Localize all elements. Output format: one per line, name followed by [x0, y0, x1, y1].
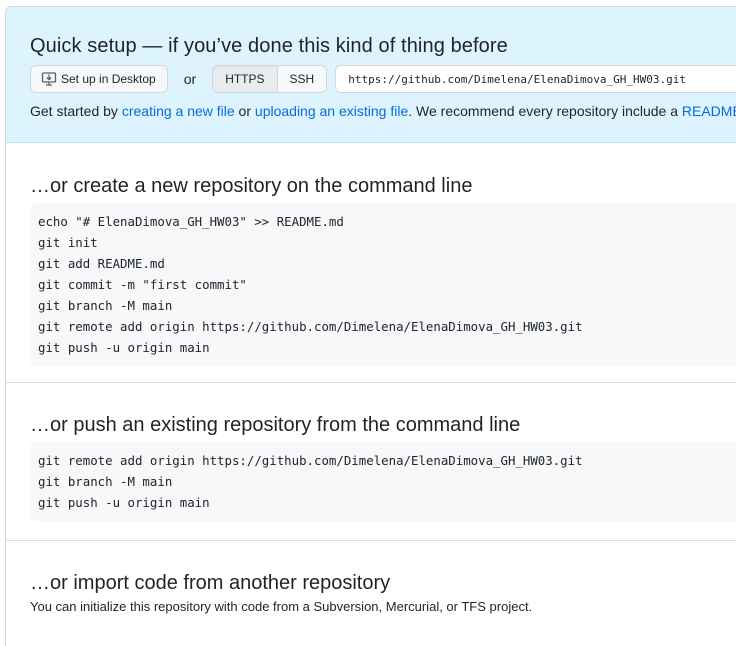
import-title: …or import code from another repository — [30, 572, 391, 594]
cmdline-section: …or create a new repository on the comma… — [6, 143, 736, 383]
help-or: or — [234, 103, 255, 119]
create-new-file-link[interactable]: creating a new file — [122, 103, 235, 119]
clone-url-input[interactable] — [335, 65, 736, 93]
code-line: echo "# ElenaDimova_GH_HW03" >> README.m… — [38, 214, 344, 229]
code-line: git branch -M main — [38, 298, 173, 313]
quick-setup-box: Quick setup — if you’ve done this kind o… — [6, 7, 736, 143]
help-prefix: Get started by — [30, 103, 122, 119]
readme-link[interactable]: README, — [682, 103, 736, 119]
import-note: You can initialize this repository with … — [30, 599, 533, 614]
desktop-download-icon — [41, 72, 57, 86]
upload-existing-file-link[interactable]: uploading an existing file — [255, 103, 408, 119]
code-line: git commit -m "first commit" — [38, 277, 247, 292]
code-line: git add README.md — [38, 256, 165, 271]
repo-setup-panel: Quick setup — if you’ve done this kind o… — [5, 6, 736, 646]
code-line: git push -u origin main — [38, 495, 210, 510]
push-code-block[interactable]: git remote add origin https://github.com… — [30, 442, 736, 521]
code-line: git remote add origin https://github.com… — [38, 453, 583, 468]
code-line: git remote add origin https://github.com… — [38, 319, 583, 334]
setup-desktop-button[interactable]: Set up in Desktop — [30, 65, 168, 93]
cmdline-code-block[interactable]: echo "# ElenaDimova_GH_HW03" >> README.m… — [30, 203, 736, 366]
help-middle: . We recommend every repository include … — [408, 103, 682, 119]
or-separator: or — [183, 71, 197, 87]
push-section: …or push an existing repository from the… — [6, 383, 736, 541]
protocol-toggle: HTTPS SSH — [212, 65, 328, 93]
import-section: …or import code from another repository … — [6, 541, 736, 614]
clone-options-row: Set up in Desktop or HTTPS SSH — [30, 65, 736, 93]
code-line: git init — [38, 235, 98, 250]
code-line: git push -u origin main — [38, 340, 210, 355]
https-button[interactable]: HTTPS — [212, 65, 278, 93]
code-line: git branch -M main — [38, 474, 173, 489]
quick-setup-title: Quick setup — if you’ve done this kind o… — [30, 35, 508, 57]
ssh-button[interactable]: SSH — [277, 65, 328, 93]
quick-setup-help: Get started by creating a new file or up… — [30, 101, 736, 121]
cmdline-title: …or create a new repository on the comma… — [30, 175, 473, 197]
push-title: …or push an existing repository from the… — [30, 414, 521, 436]
setup-desktop-label: Set up in Desktop — [61, 72, 156, 86]
